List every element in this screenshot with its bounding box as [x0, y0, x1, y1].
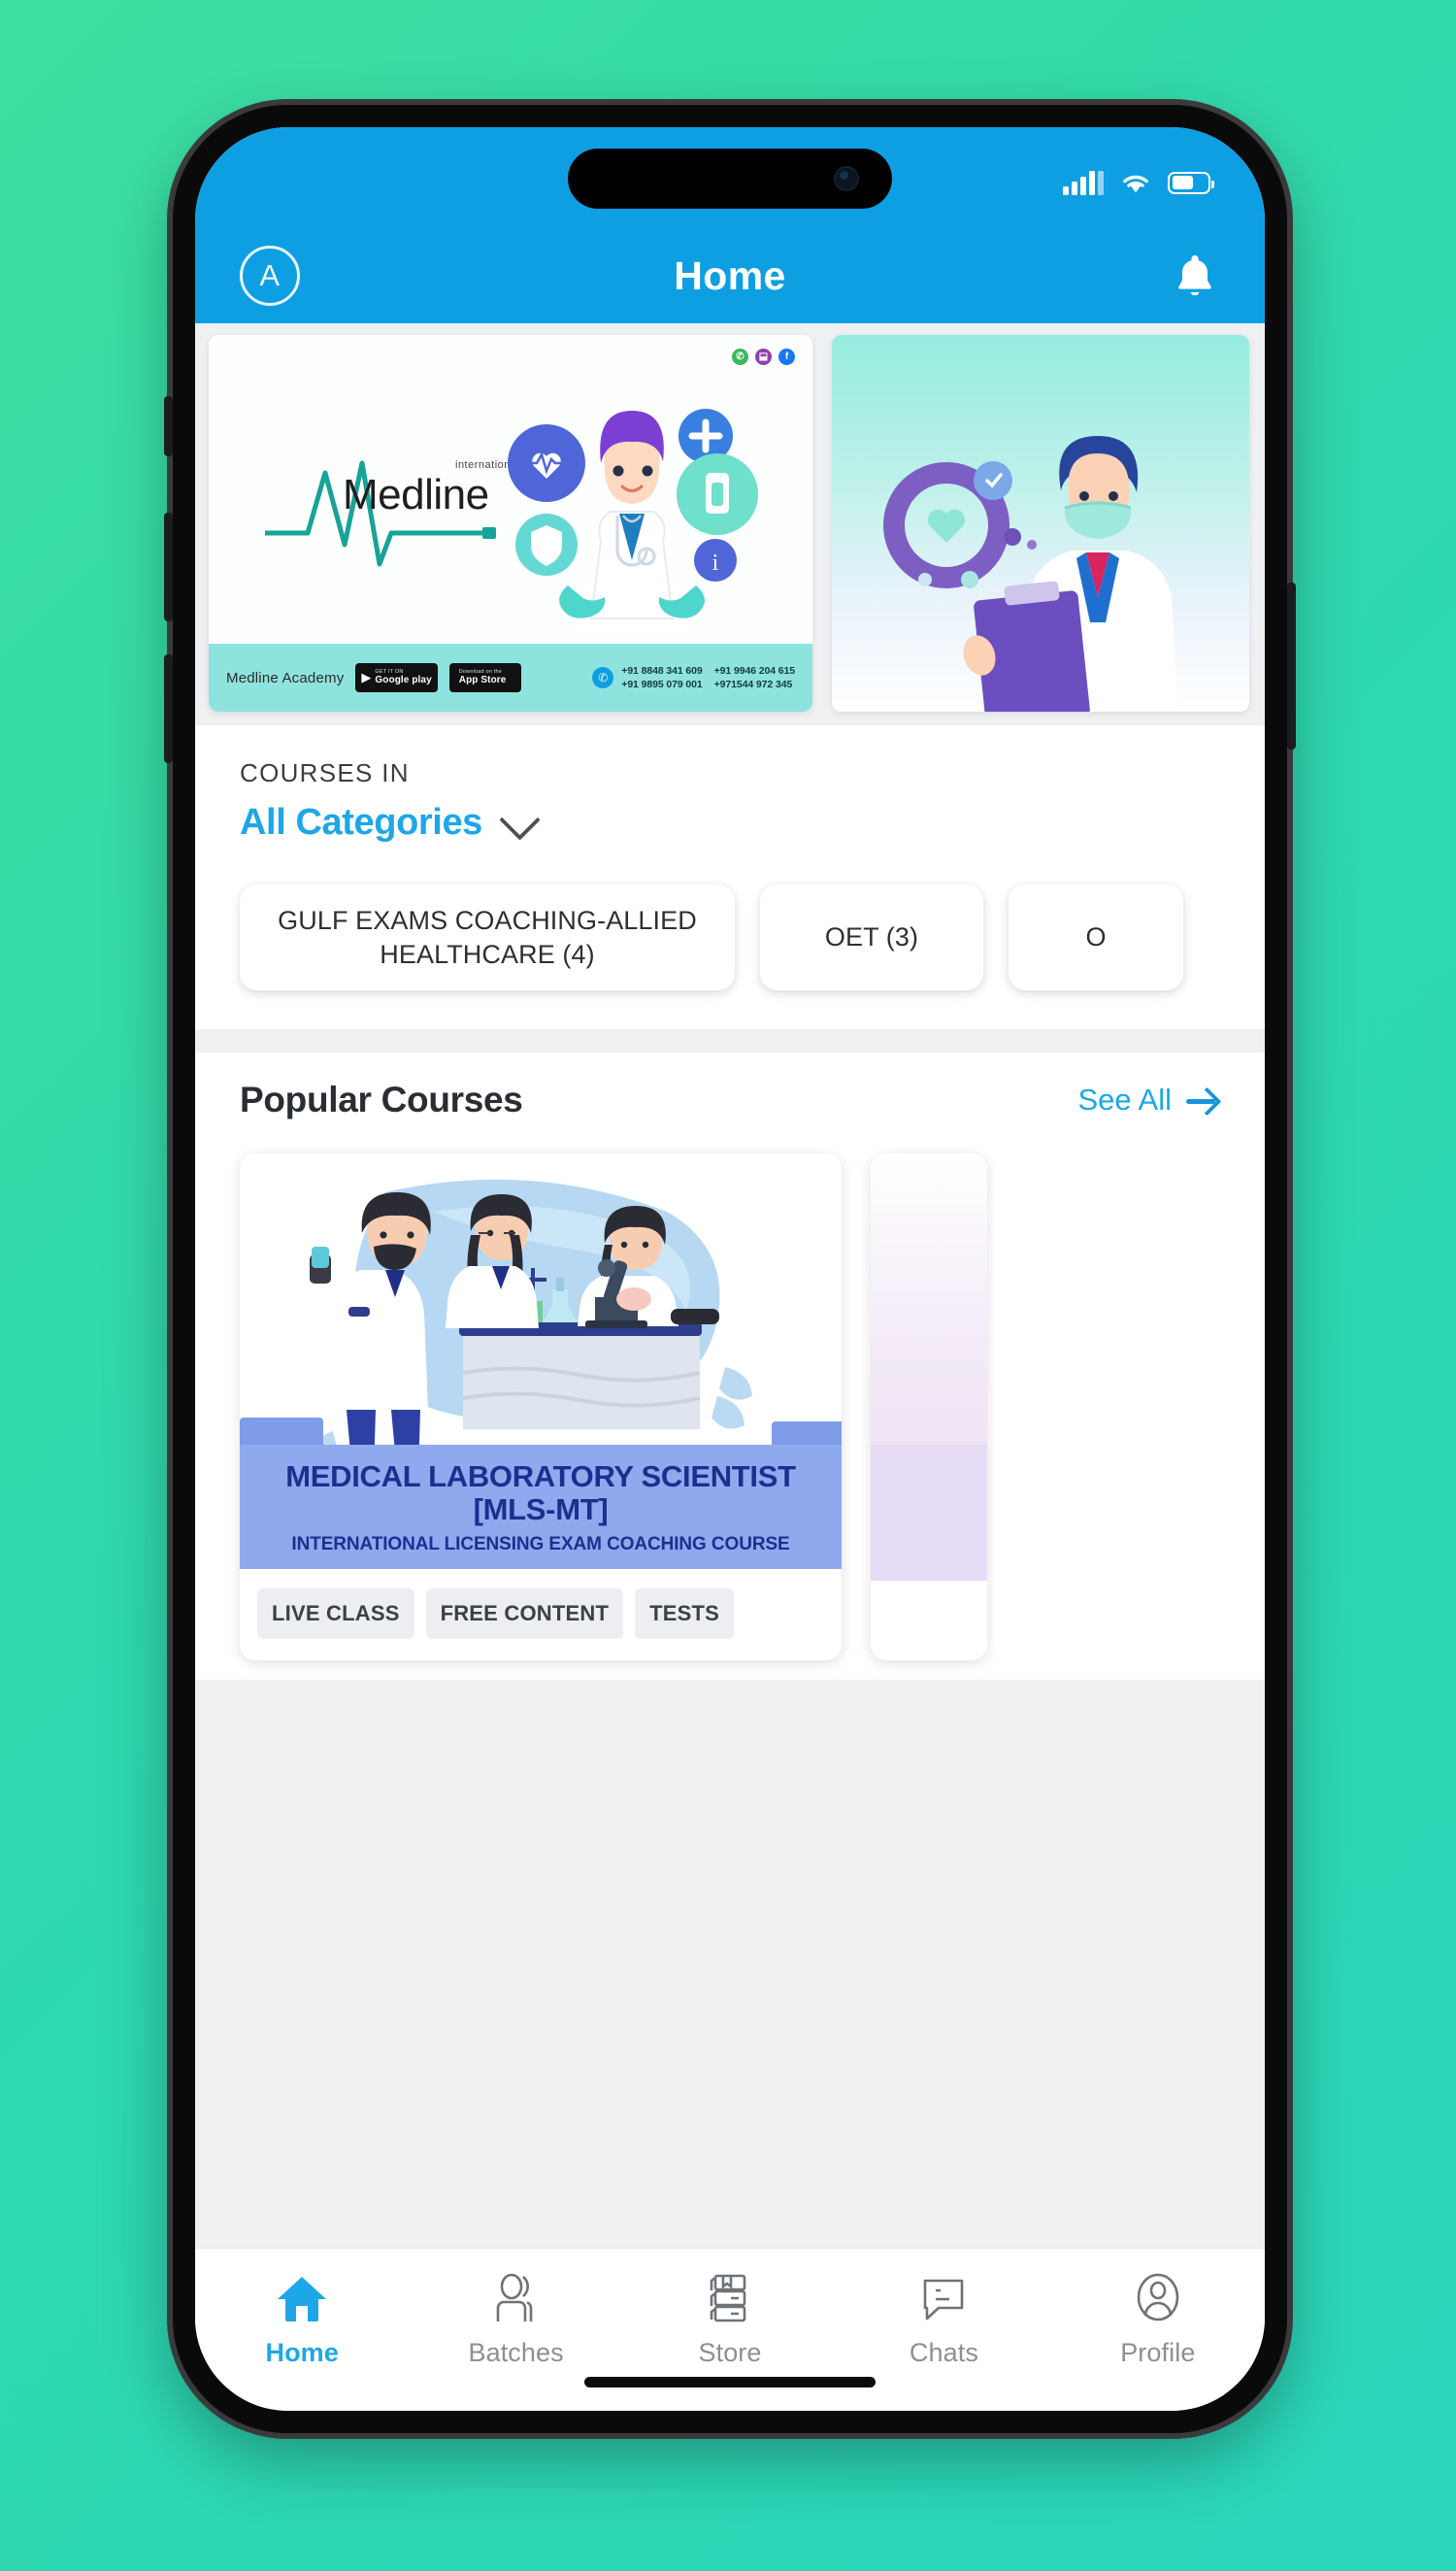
nav-item-profile[interactable]: Profile [1051, 2270, 1265, 2368]
selected-category: All Categories [240, 802, 482, 843]
banner-carousel[interactable]: ✆ ⬓ f Medline international i Medline Ac… [195, 323, 1265, 725]
app-bar: A Home [195, 228, 1265, 323]
course-tag: TESTS [635, 1588, 734, 1640]
nav-item-home[interactable]: Home [195, 2270, 409, 2368]
phone-icon: ✆ [592, 667, 614, 688]
phone-number: +91 9895 079 001 [621, 679, 703, 690]
nav-item-store[interactable]: Store [623, 2270, 837, 2368]
phone-screen: A Home ✆ ⬓ f Medline international i Med… [195, 127, 1265, 2411]
popular-courses-section: Popular Courses See All MEDICAL LABORATO… [195, 1052, 1265, 1681]
chevron-down-icon[interactable] [499, 798, 541, 841]
home-indicator[interactable] [584, 2377, 876, 2387]
phone-frame: A Home ✆ ⬓ f Medline international i Med… [164, 100, 1296, 2438]
lab-scientists-illustration [240, 1179, 842, 1446]
nav-label-chats: Chats [909, 2338, 978, 2367]
course-title-line1: MEDICAL LABORATORY SCIENTIST [285, 1459, 796, 1494]
section-divider [195, 1029, 1265, 1053]
course-tag: LIVE CLASS [257, 1588, 414, 1640]
course-title-banner: MEDICAL LABORATORY SCIENTIST [MLS-MT] IN… [240, 1445, 842, 1570]
course-card[interactable] [871, 1153, 987, 1661]
wifi-icon [1123, 175, 1148, 193]
see-all-button[interactable]: See All [1077, 1083, 1220, 1118]
nav-label-profile: Profile [1120, 2338, 1196, 2367]
front-camera-icon [834, 166, 859, 191]
category-chip[interactable]: OET (3) [760, 885, 983, 991]
courses-in-section: COURSES IN All Categories GULF EXAMS COA… [195, 725, 1265, 1030]
course-title-banner [871, 1445, 987, 1582]
scroll-content[interactable]: ✆ ⬓ f Medline international i Medline Ac… [195, 323, 1265, 2248]
notification-bell-icon[interactable] [1170, 250, 1220, 301]
banner-artwork [832, 335, 1249, 712]
nav-label-batches: Batches [468, 2338, 564, 2367]
avatar-initial: A [259, 258, 281, 292]
google-play-badge[interactable]: ▶ GET IT ON Google play [355, 663, 438, 692]
google-play-badge-small: GET IT ON [375, 669, 404, 676]
avatar[interactable]: A [240, 246, 300, 306]
battery-icon [1168, 171, 1214, 194]
medline-logo: Medline international [262, 450, 519, 581]
category-chip[interactable]: GULF EXAMS COACHING-ALLIED HEALTHCARE (4… [240, 885, 735, 991]
facebook-icon: f [778, 349, 795, 365]
chat-icon [917, 2270, 970, 2326]
banner-slide-doctor[interactable] [832, 335, 1249, 712]
course-thumbnail [871, 1153, 987, 1446]
phone-number: +971544 972 345 [713, 679, 793, 690]
category-chip[interactable]: O [1009, 885, 1183, 991]
app-store-badge[interactable]: Download on the App Store [448, 663, 521, 692]
page-title: Home [674, 252, 786, 298]
status-bar [195, 127, 1265, 228]
banner-footer-label: Medline Academy [226, 669, 345, 686]
see-all-label: See All [1077, 1083, 1172, 1118]
course-title-line2: [MLS-MT] [473, 1491, 609, 1526]
course-card[interactable]: MEDICAL LABORATORY SCIENTIST [MLS-MT] IN… [240, 1153, 842, 1661]
volume-up-button[interactable] [164, 513, 173, 621]
books-icon [704, 2270, 756, 2326]
banner-slide-medline[interactable]: ✆ ⬓ f Medline international i Medline Ac… [209, 335, 812, 712]
dynamic-island [568, 149, 892, 209]
course-card-list[interactable]: MEDICAL LABORATORY SCIENTIST [MLS-MT] IN… [240, 1153, 1220, 1680]
phone-number: +91 9946 204 615 [713, 665, 795, 677]
whatsapp-icon: ✆ [732, 349, 748, 365]
status-icons [1063, 170, 1214, 195]
nav-label-store: Store [698, 2338, 762, 2367]
signal-bars-icon [1063, 170, 1104, 195]
person-icon [1132, 2270, 1184, 2326]
nav-item-chats[interactable]: Chats [837, 2270, 1050, 2368]
popular-courses-header: Popular Courses See All [240, 1080, 1220, 1120]
social-icons: ✆ ⬓ f [732, 349, 795, 365]
people-icon [490, 2270, 543, 2326]
category-selector[interactable]: All Categories [240, 798, 1220, 844]
course-tag: FREE CONTENT [425, 1588, 624, 1640]
silent-switch[interactable] [164, 396, 173, 456]
doctor-illustration: i [508, 409, 758, 632]
svg-text:i: i [712, 551, 719, 576]
contact-phones: ✆ +91 8848 341 609 +91 9895 079 001 +91 … [592, 665, 795, 690]
google-play-badge-big: Google play [375, 674, 432, 685]
category-chip-list[interactable]: GULF EXAMS COACHING-ALLIED HEALTHCARE (4… [240, 885, 1220, 991]
nav-label-home: Home [265, 2338, 339, 2367]
popular-courses-title: Popular Courses [240, 1080, 523, 1120]
home-icon [276, 2270, 328, 2326]
courses-in-label: COURSES IN [240, 758, 410, 787]
power-button[interactable] [1287, 583, 1296, 750]
arrow-right-icon [1185, 1083, 1220, 1118]
banner-artwork: ✆ ⬓ f Medline international i [209, 335, 812, 644]
instagram-icon: ⬓ [755, 349, 772, 365]
volume-down-button[interactable] [164, 654, 173, 763]
nav-item-batches[interactable]: Batches [409, 2270, 622, 2368]
app-store-badge-small: Download on the [458, 669, 503, 676]
masked-doctor-illustration [883, 436, 1177, 712]
phone-number: +91 8848 341 609 [621, 665, 703, 677]
brand-name: Medline [343, 471, 489, 518]
course-tag-list: LIVE CLASS FREE CONTENT TESTS [240, 1569, 842, 1660]
banner-footer: Medline Academy ▶ GET IT ON Google play [209, 644, 812, 712]
course-thumbnail [240, 1153, 842, 1446]
app-store-badge-big: App Store [458, 674, 507, 685]
course-subtitle: INTERNATIONAL LICENSING EXAM COACHING CO… [291, 1534, 790, 1555]
